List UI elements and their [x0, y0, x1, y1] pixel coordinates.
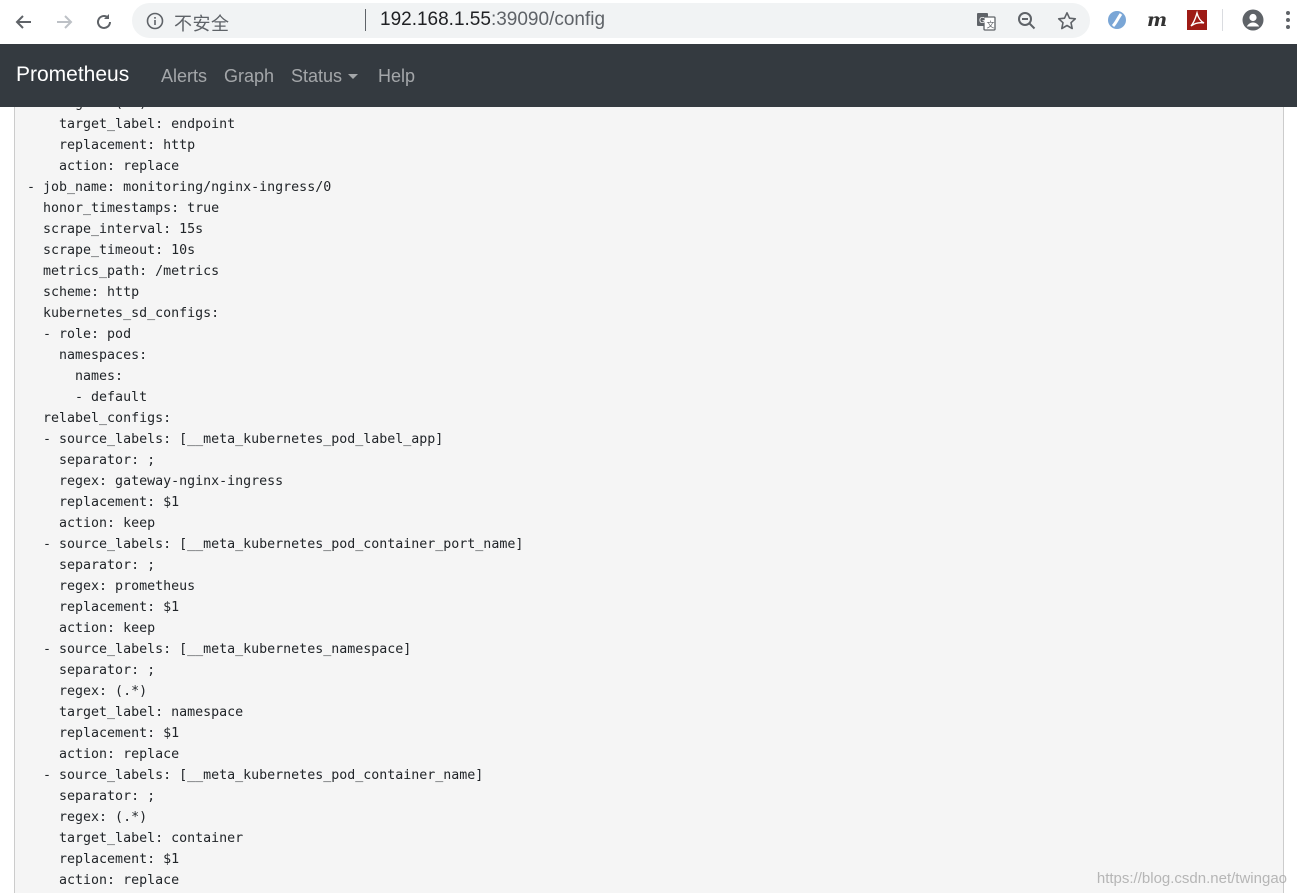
config-line: target_label: endpoint [27, 117, 236, 132]
reload-button[interactable] [88, 6, 120, 38]
config-yaml-block: regex: (.*) target_label: endpoint repla… [14, 107, 1284, 893]
svg-text:m: m [1147, 9, 1167, 31]
config-line: - source_labels: [__meta_kubernetes_pod_… [27, 768, 484, 783]
config-line: action: keep [27, 516, 156, 531]
config-line: regex: (.*) [27, 684, 148, 699]
config-line: regex: gateway-nginx-ingress [27, 474, 284, 489]
config-line: replacement: http [27, 138, 196, 153]
config-line: separator: ; [27, 789, 156, 804]
config-line: honor_timestamps: true [27, 201, 220, 216]
toolbar-divider [1222, 9, 1223, 31]
config-line: separator: ; [27, 453, 156, 468]
address-bar[interactable]: 不安全 192.168.1.55:39090/config G文 [132, 3, 1090, 38]
config-line: replacement: $1 [27, 495, 180, 510]
profile-avatar-icon[interactable] [1242, 9, 1264, 31]
svg-text:G: G [979, 16, 985, 25]
config-page: regex: (.*) target_label: endpoint repla… [0, 107, 1297, 893]
url-host: 192.168.1.55 [380, 9, 491, 30]
info-icon[interactable] [146, 12, 164, 35]
reload-icon [97, 14, 111, 29]
extension-m-icon[interactable]: m [1146, 9, 1168, 31]
translate-icon[interactable]: G文 [976, 11, 996, 31]
zoom-icon[interactable] [1017, 11, 1037, 31]
config-yaml-text: regex: (.*) target_label: endpoint repla… [27, 107, 523, 891]
forward-button[interactable] [48, 6, 80, 38]
chevron-down-icon [348, 74, 358, 79]
config-line: replacement: $1 [27, 852, 180, 867]
config-line: relabel_configs: [27, 411, 172, 426]
config-line: replacement: $1 [27, 600, 180, 615]
back-arrow-icon [15, 15, 31, 29]
config-line: - role: pod [27, 327, 132, 342]
config-line: regex: (.*) [27, 107, 147, 111]
config-line: action: replace [27, 747, 180, 762]
watermark: https://blog.csdn.net/twingao [1096, 870, 1287, 887]
config-line: - default [27, 390, 148, 405]
config-line: scrape_interval: 15s [27, 222, 204, 237]
config-line: - job_name: monitoring/nginx-ingress/0 [27, 180, 332, 195]
browser-menu-icon[interactable] [1282, 9, 1294, 31]
prometheus-navbar: Prometheus Alerts Graph Status Help [0, 44, 1297, 107]
url-path: :39090/config [490, 9, 606, 30]
extension-pdf-icon[interactable] [1186, 9, 1208, 31]
config-line: action: keep [27, 621, 156, 636]
config-line: metrics_path: /metrics [27, 264, 220, 279]
config-line: namespaces: [27, 348, 148, 363]
config-line: - source_labels: [__meta_kubernetes_pod_… [27, 537, 524, 552]
nav-alerts[interactable]: Alerts [161, 66, 207, 87]
config-line: replacement: $1 [27, 726, 180, 741]
config-line: regex: prometheus [27, 579, 196, 594]
url-text[interactable]: 192.168.1.55:39090/config [380, 9, 605, 31]
extension-globe-icon[interactable] [1106, 9, 1128, 31]
config-line: separator: ; [27, 663, 156, 678]
back-button[interactable] [8, 6, 40, 38]
brand-logo-text[interactable]: Prometheus [16, 63, 129, 87]
config-line: names: [27, 369, 124, 384]
config-line: target_label: container [27, 831, 244, 846]
bookmark-star-icon[interactable] [1057, 11, 1077, 31]
nav-graph[interactable]: Graph [224, 66, 274, 87]
svg-text:文: 文 [987, 20, 995, 30]
browser-toolbar: 不安全 192.168.1.55:39090/config G文 m [0, 0, 1297, 44]
config-line: - source_labels: [__meta_kubernetes_name… [27, 642, 412, 657]
nav-status-dropdown[interactable]: Status [291, 66, 342, 87]
address-separator [365, 9, 366, 31]
forward-arrow-icon [57, 15, 73, 29]
config-line: scheme: http [27, 285, 140, 300]
config-line: regex: (.*) [27, 810, 148, 825]
config-line: kubernetes_sd_configs: [27, 306, 220, 321]
config-line: scrape_timeout: 10s [27, 243, 196, 258]
config-line: action: replace [27, 873, 180, 888]
config-line: target_label: namespace [27, 705, 244, 720]
config-line: separator: ; [27, 558, 156, 573]
config-line: action: replace [27, 159, 180, 174]
nav-help[interactable]: Help [378, 66, 415, 87]
security-label: 不安全 [174, 14, 230, 35]
config-line: - source_labels: [__meta_kubernetes_pod_… [27, 432, 444, 447]
